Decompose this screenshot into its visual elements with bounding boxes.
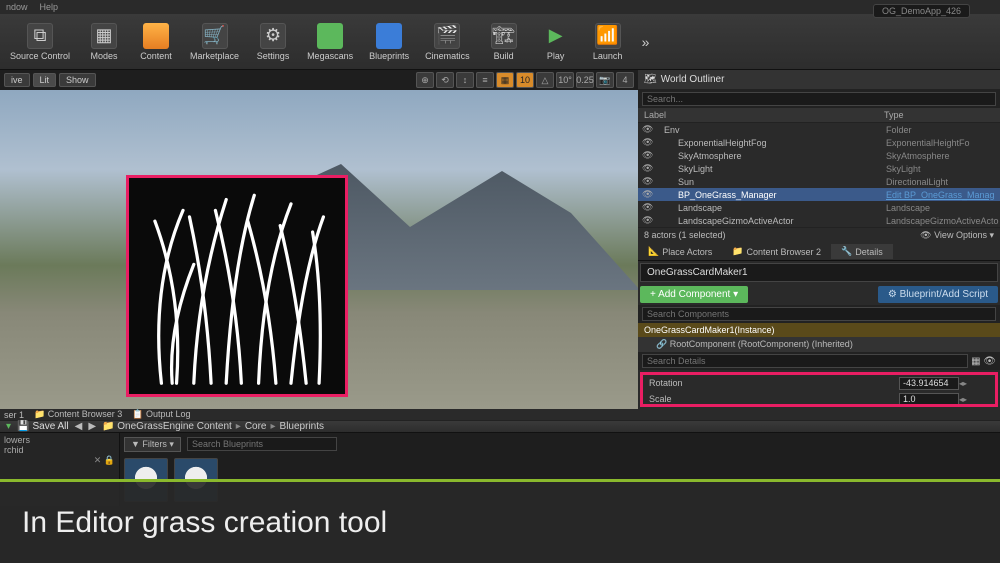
lit-dropdown[interactable]: Lit [33, 73, 57, 87]
viewport-toolbar: ive Lit Show ⊕ ⟲ ↕ ≡ ▦ 10 △ 10° 0.25 📷 4 [0, 70, 638, 90]
filters-dropdown[interactable]: ▼ Filters ▾ [124, 437, 181, 452]
breadcrumb: 📁 OneGrassEngine Content▸ Core▸ Blueprin… [102, 421, 324, 432]
scale-snap-value[interactable]: 0.25 [576, 72, 594, 88]
world-outliner-title: 🗺World Outliner [638, 70, 1000, 90]
camera-speed-value[interactable]: 4 [616, 72, 634, 88]
menu-bar: ndow Help [0, 0, 1000, 14]
grass-card-preview [126, 175, 348, 397]
angle-snap-icon[interactable]: △ [536, 72, 554, 88]
build-button[interactable]: 🏗Build [480, 17, 528, 67]
add-new-icon[interactable]: ▾ [6, 421, 11, 432]
outliner-row[interactable]: 👁SkyLightSkyLight [638, 162, 1000, 175]
save-all-button[interactable]: 💾 Save All [17, 421, 69, 432]
gizmo-icon[interactable]: ⊕ [416, 72, 434, 88]
eye-icon[interactable]: 👁 [983, 356, 996, 367]
selected-object-name[interactable]: OneGrassCardMaker1 [640, 263, 998, 282]
cart-icon: 🛒 [202, 23, 228, 49]
blueprint-add-script-button[interactable]: ⚙ Blueprint/Add Script [878, 286, 998, 303]
build-icon: 🏗 [491, 23, 517, 49]
play-button[interactable]: ▶Play [532, 17, 580, 67]
blueprints-icon [376, 23, 402, 49]
clapper-icon: 🎬 [434, 23, 460, 49]
outliner-footer: 8 actors (1 selected) 👁 View Options ▾ [638, 227, 1000, 243]
crumb-core[interactable]: Core [245, 421, 267, 432]
search-details-input[interactable] [642, 354, 968, 368]
details-panel: Rotation◂▸ Scale◂▸ Flip ▾ 03. Scattering… [640, 372, 998, 407]
angle-snap-value[interactable]: 10° [556, 72, 574, 88]
play-icon: ▶ [543, 23, 569, 49]
project-pill: OG_DemoApp_426 [873, 4, 970, 18]
gear-icon: ⚙ [260, 23, 286, 49]
view-options-dropdown[interactable]: 👁 View Options ▾ [920, 230, 994, 241]
content-button[interactable]: Content [132, 17, 180, 67]
tab-details[interactable]: 🔧 Details [831, 244, 893, 259]
outliner-header: LabelType [638, 108, 1000, 123]
tab-place-actors[interactable]: 📐 Place Actors [638, 244, 722, 259]
outliner-row[interactable]: 👁EnvFolder [638, 123, 1000, 136]
search-components-input[interactable] [642, 307, 996, 321]
cinematics-button[interactable]: 🎬Cinematics [419, 17, 476, 67]
property-matrix-icon[interactable]: ▦ [971, 356, 980, 367]
toolbar-overflow-icon[interactable]: » [636, 34, 656, 50]
show-dropdown[interactable]: Show [59, 73, 96, 87]
nav-fwd-icon[interactable]: ▶ [88, 421, 96, 432]
scale-input[interactable] [899, 393, 959, 406]
surface-snap-icon[interactable]: ≡ [476, 72, 494, 88]
modes-button[interactable]: ▦Modes [80, 17, 128, 67]
outliner-row[interactable]: 👁ExponentialHeightFogExponentialHeightFo [638, 136, 1000, 149]
source-control-button[interactable]: ⧉Source Control [4, 17, 76, 67]
crumb-root[interactable]: 📁 OneGrassEngine Content [102, 421, 232, 432]
lock-icon[interactable]: 🔒 [104, 455, 115, 465]
nav-back-icon[interactable]: ◀ [75, 421, 83, 432]
gizmo-icon-2[interactable]: ⟲ [436, 72, 454, 88]
outliner-row[interactable]: 👁LandscapeGizmoActiveActorLandscapeGizmo… [638, 214, 1000, 227]
megascans-icon [317, 23, 343, 49]
component-instance-row[interactable]: OneGrassCardMaker1(Instance) [638, 323, 1000, 337]
grid-snap-value[interactable]: 10 [516, 72, 534, 88]
outliner-row[interactable]: 👁LandscapeLandscape [638, 201, 1000, 214]
tab-output-log[interactable]: 📋 Output Log [132, 409, 190, 420]
perspective-dropdown[interactable]: ive [4, 73, 30, 87]
grass-silhouette-icon [129, 178, 345, 394]
camera-speed-icon[interactable]: 📷 [596, 72, 614, 88]
folder-icon [143, 23, 169, 49]
menu-window[interactable]: ndow [6, 2, 28, 12]
add-component-button[interactable]: + Add Component ▾ [640, 286, 748, 303]
megascans-button[interactable]: Megascans [301, 17, 359, 67]
menu-help[interactable]: Help [40, 2, 59, 12]
tab-ser-1[interactable]: ser 1 [4, 410, 24, 420]
modes-icon: ▦ [91, 23, 117, 49]
gizmo-icon-3[interactable]: ↕ [456, 72, 474, 88]
outliner-row[interactable]: 👁SkyAtmosphereSkyAtmosphere [638, 149, 1000, 162]
launch-button[interactable]: 📶Launch [584, 17, 632, 67]
main-toolbar: ⧉Source Control ▦Modes Content 🛒Marketpl… [0, 14, 1000, 70]
outliner-row[interactable]: 👁SunDirectionalLight [638, 175, 1000, 188]
viewport-3d[interactable] [0, 90, 638, 409]
component-root-row[interactable]: 🔗 RootComponent (RootComponent) (Inherit… [638, 337, 1000, 352]
content-search-input[interactable] [187, 437, 337, 451]
tab-content-browser-3[interactable]: 📁 Content Browser 3 [34, 409, 122, 420]
rotation-input[interactable] [899, 377, 959, 390]
outliner-search-input[interactable] [642, 92, 996, 106]
sitemap-icon: 🗺 [644, 74, 657, 85]
settings-button[interactable]: ⚙Settings [249, 17, 297, 67]
crumb-blueprints[interactable]: Blueprints [280, 421, 324, 432]
launch-icon: 📶 [595, 23, 621, 49]
source-control-icon: ⧉ [27, 23, 53, 49]
tab-content-browser-2[interactable]: 📁 Content Browser 2 [722, 244, 831, 259]
outliner-row[interactable]: 👁BP_OneGrass_ManagerEdit BP_OneGrass_Man… [638, 188, 1000, 201]
outliner-list: 👁EnvFolder👁ExponentialHeightFogExponenti… [638, 123, 1000, 227]
grid-snap-toggle[interactable]: ▦ [496, 72, 514, 88]
blueprints-button[interactable]: Blueprints [363, 17, 415, 67]
caption-overlay: In Editor grass creation tool [0, 479, 1000, 563]
marketplace-button[interactable]: 🛒Marketplace [184, 17, 245, 67]
